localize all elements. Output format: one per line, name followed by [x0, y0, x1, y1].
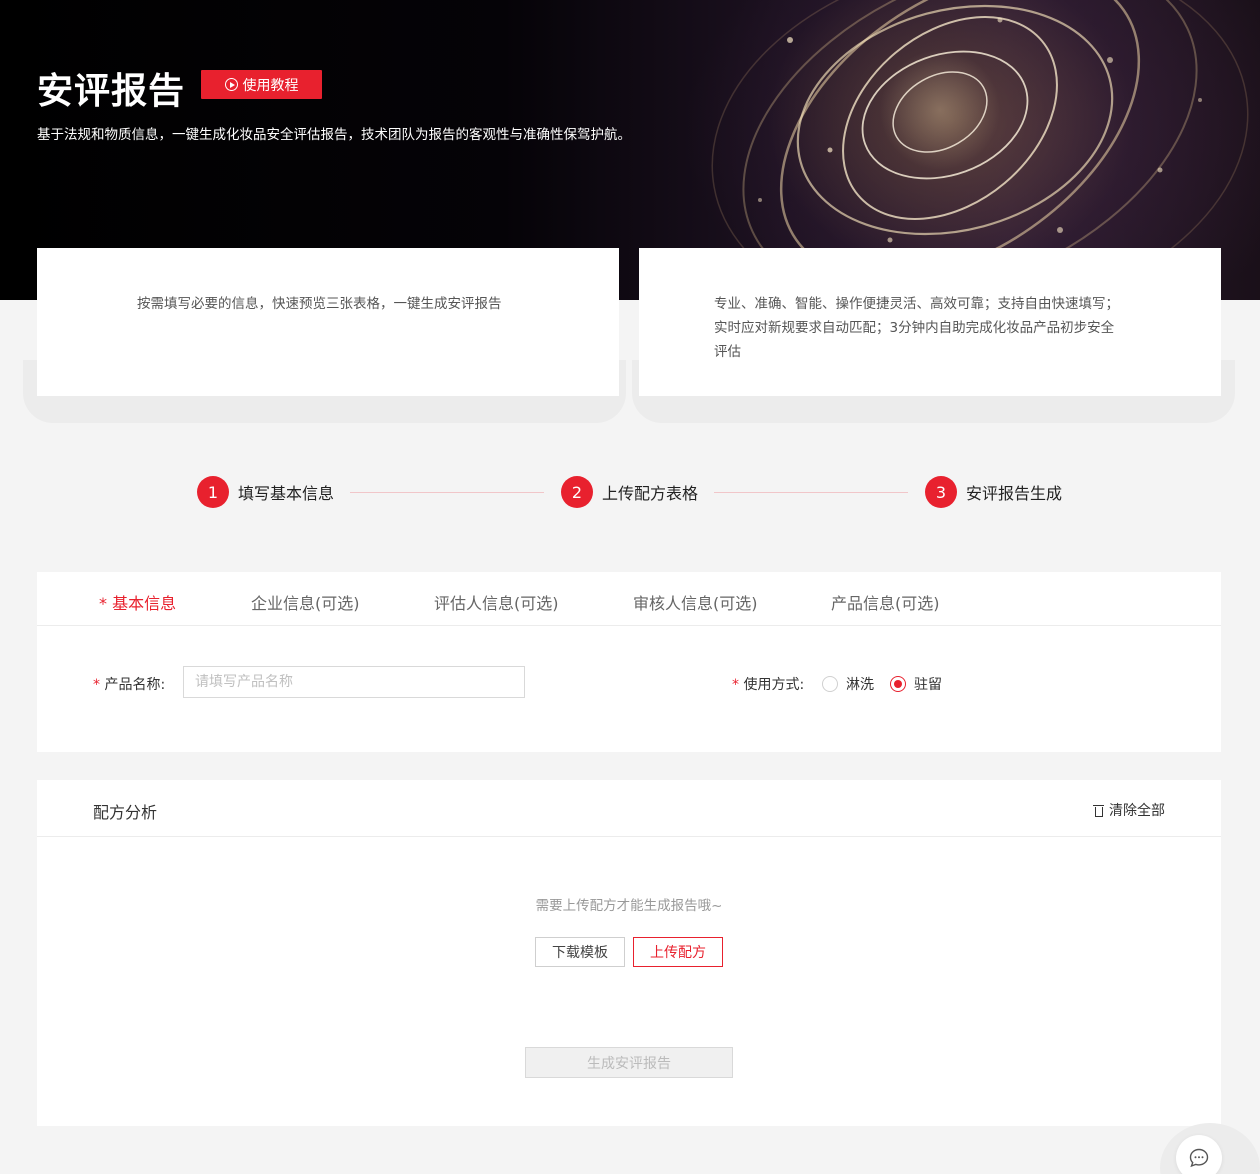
product-name-label: * 产品名称:	[93, 674, 165, 694]
tab-product-info[interactable]: 产品信息(可选)	[831, 590, 940, 614]
step-upload-formula: 2 上传配方表格	[561, 476, 698, 508]
step-label: 安评报告生成	[966, 484, 1063, 503]
tutorial-button-label: 使用教程	[242, 77, 299, 94]
radio-circle	[822, 676, 838, 692]
step-connector	[350, 492, 544, 493]
step-fill-basic-info: 1 填写基本信息	[197, 476, 334, 508]
basic-info-panel: * 基本信息 企业信息(可选) 评估人信息(可选) 审核人信息(可选) 产品信息…	[37, 572, 1221, 752]
radio-label: 驻留	[914, 677, 942, 693]
product-name-label-text: 产品名称:	[104, 677, 166, 693]
feature-card-quick: 按需填写必要的信息，快速预览三张表格，一键生成安评报告	[37, 248, 619, 396]
step-number: 2	[561, 476, 593, 508]
trash-icon	[1093, 804, 1104, 817]
feature-card-text: 专业、准确、智能、操作便捷灵活、高效可靠；支持自由快速填写；实时应对新规要求自动…	[714, 296, 1119, 360]
download-template-button[interactable]: 下载模板	[535, 937, 625, 967]
play-circle-icon	[224, 78, 238, 91]
step-label: 上传配方表格	[602, 484, 699, 503]
formula-analysis-panel: 配方分析 清除全部 需要上传配方才能生成报告哦~ 下载模板 上传配方 生成安评报…	[37, 780, 1221, 1126]
formula-header: 配方分析 清除全部	[37, 780, 1221, 837]
step-progress: 1 填写基本信息 2 上传配方表格 3 安评报告生成	[0, 476, 1260, 508]
step-connector	[714, 492, 908, 493]
tab-reviewer-info[interactable]: 审核人信息(可选)	[633, 590, 758, 614]
step-number: 3	[925, 476, 957, 508]
feature-card-professional: 专业、准确、智能、操作便捷灵活、高效可靠；支持自由快速填写；实时应对新规要求自动…	[639, 248, 1221, 396]
feature-card-text: 按需填写必要的信息，快速预览三张表格，一键生成安评报告	[137, 296, 502, 312]
chat-button[interactable]	[1176, 1135, 1222, 1174]
clear-all-label: 清除全部	[1109, 803, 1165, 819]
tab-company-info[interactable]: 企业信息(可选)	[251, 590, 360, 614]
tab-label: 基本信息	[112, 594, 177, 613]
clear-all-button[interactable]: 清除全部	[1093, 800, 1165, 820]
info-tabs: * 基本信息 企业信息(可选) 评估人信息(可选) 审核人信息(可选) 产品信息…	[37, 572, 1221, 626]
tab-assessor-info[interactable]: 评估人信息(可选)	[434, 590, 559, 614]
step-label: 填写基本信息	[238, 484, 335, 503]
step-generate-report: 3 安评报告生成	[925, 476, 1062, 508]
page-title: 安评报告	[37, 71, 186, 112]
tutorial-button[interactable]: 使用教程	[201, 70, 322, 99]
radio-leave-on[interactable]: 驻留	[890, 674, 942, 694]
required-marker: *	[93, 677, 100, 693]
required-marker: *	[732, 677, 739, 693]
upload-formula-button[interactable]: 上传配方	[633, 937, 723, 967]
usage-method-label: * 使用方式:	[732, 674, 804, 694]
usage-method-label-text: 使用方式:	[743, 677, 805, 693]
radio-label: 淋洗	[846, 677, 874, 693]
chat-bubble-icon	[1189, 1148, 1209, 1168]
radio-rinse-off[interactable]: 淋洗	[822, 674, 874, 694]
tab-basic-info[interactable]: * 基本信息	[99, 590, 176, 614]
required-marker: *	[99, 594, 107, 613]
empty-formula-tip: 需要上传配方才能生成报告哦~	[535, 898, 723, 914]
formula-title: 配方分析	[93, 803, 158, 822]
product-name-input[interactable]	[183, 666, 525, 698]
hero-description: 基于法规和物质信息，一键生成化妆品安全评估报告，技术团队为报告的客观性与准确性保…	[37, 127, 631, 143]
radio-circle-checked	[890, 676, 906, 692]
generate-report-button[interactable]: 生成安评报告	[525, 1047, 733, 1078]
step-number: 1	[197, 476, 229, 508]
chat-widget	[1160, 1123, 1260, 1174]
